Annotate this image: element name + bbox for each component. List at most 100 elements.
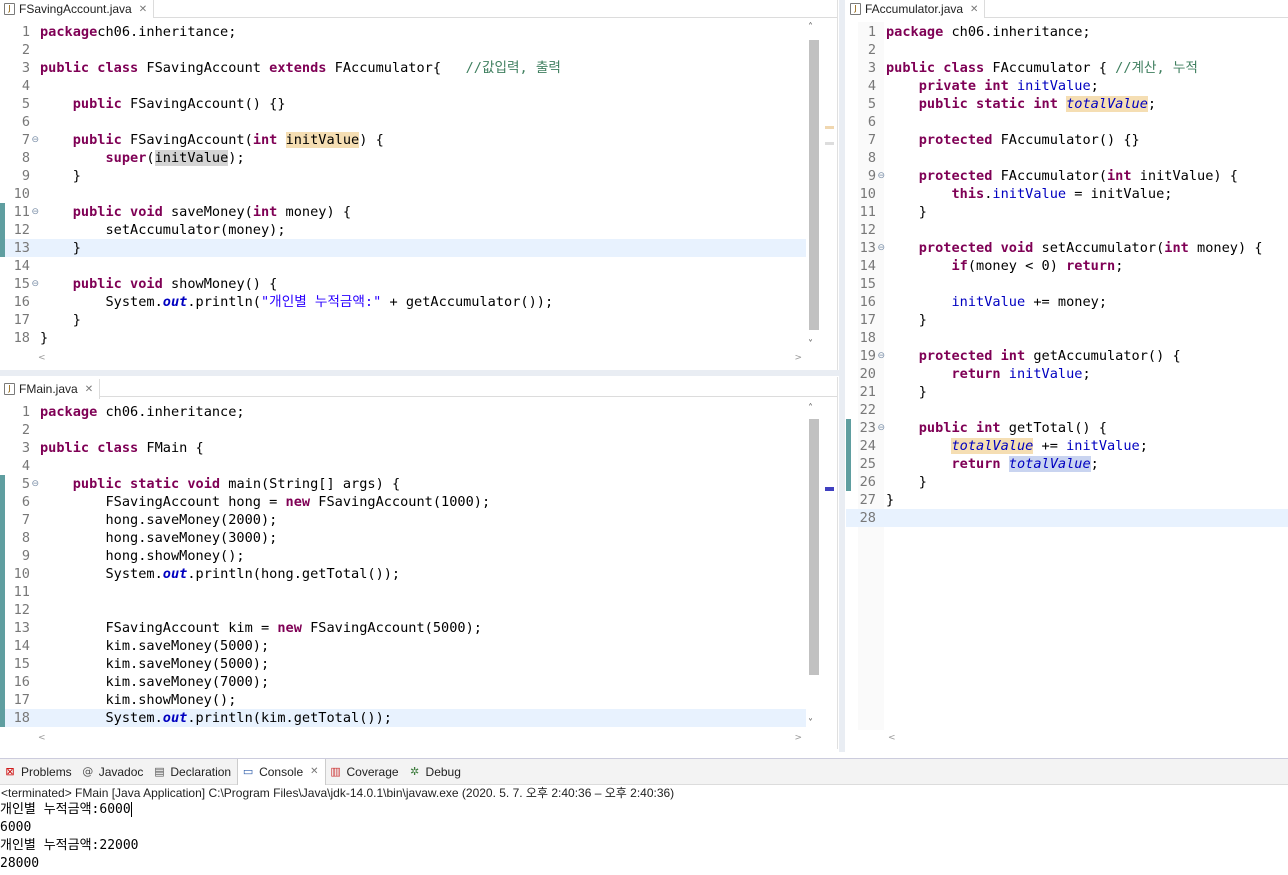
- line-gutter[interactable]: 17: [0, 311, 34, 329]
- line-gutter[interactable]: 3: [846, 59, 880, 77]
- code-line[interactable]: 4: [0, 457, 806, 475]
- line-gutter[interactable]: 1: [0, 23, 34, 41]
- close-tab-icon[interactable]: ✕: [310, 766, 318, 777]
- line-gutter[interactable]: 25: [846, 455, 880, 473]
- code-line[interactable]: 18 System.out.println(kim.getTotal());: [0, 709, 806, 727]
- line-gutter[interactable]: 8: [0, 529, 34, 547]
- scroll-left-icon[interactable]: <: [888, 733, 896, 743]
- code-line[interactable]: 18}: [0, 329, 806, 347]
- line-gutter[interactable]: 11 ⊖: [0, 203, 39, 221]
- line-gutter[interactable]: 27: [846, 491, 880, 509]
- code-line[interactable]: 2: [846, 41, 1288, 59]
- code-lines[interactable]: 1 package ch06.inheritance; 2 3 public class…: [0, 403, 806, 727]
- tab-problems[interactable]: ⊠ Problems: [0, 759, 78, 785]
- code-line[interactable]: 22: [846, 401, 1288, 419]
- code-line[interactable]: 9 hong.showMoney();: [0, 547, 806, 565]
- tab-declaration[interactable]: ▤ Declaration: [149, 759, 237, 785]
- code-line[interactable]: 18: [846, 329, 1288, 347]
- line-gutter[interactable]: 21: [846, 383, 880, 401]
- line-gutter[interactable]: 1: [0, 403, 34, 421]
- code-line[interactable]: 4: [0, 77, 806, 95]
- code-line[interactable]: 14 kim.saveMoney(5000);: [0, 637, 806, 655]
- line-gutter[interactable]: 2: [0, 421, 34, 439]
- tab-fmain[interactable]: J FMain.java ✕: [0, 379, 101, 399]
- line-gutter[interactable]: 12: [0, 221, 34, 239]
- line-gutter[interactable]: 17: [846, 311, 880, 329]
- line-gutter[interactable]: 16: [0, 673, 34, 691]
- line-gutter[interactable]: 14: [846, 257, 880, 275]
- code-line[interactable]: 14: [0, 257, 806, 275]
- line-gutter[interactable]: 7: [0, 511, 34, 529]
- code-line[interactable]: 16 System.out.println("개인별 누적금액:" + getA…: [0, 293, 806, 311]
- scroll-down-icon[interactable]: ˅: [808, 718, 813, 729]
- close-tab-icon[interactable]: ✕: [85, 384, 93, 395]
- line-gutter[interactable]: 3: [0, 59, 34, 77]
- line-gutter[interactable]: 11: [846, 203, 880, 221]
- code-line[interactable]: 17 kim.showMoney();: [0, 691, 806, 709]
- line-gutter[interactable]: 5 ⊖: [0, 475, 39, 493]
- code-line[interactable]: 3 public class FMain {: [0, 439, 806, 457]
- tab-faccumulator[interactable]: J FAccumulator.java ✕: [846, 0, 986, 18]
- line-gutter[interactable]: 13 ⊖: [846, 239, 885, 257]
- code-line[interactable]: 16 kim.saveMoney(7000);: [0, 673, 806, 691]
- line-gutter[interactable]: 24: [846, 437, 880, 455]
- line-gutter[interactable]: 28: [846, 509, 880, 527]
- code-line[interactable]: 11: [0, 583, 806, 601]
- line-gutter[interactable]: 9: [0, 167, 34, 185]
- code-line[interactable]: 5 ⊖ public static void main(String[] args…: [0, 475, 806, 493]
- code-line[interactable]: 11 ⊖ public void saveMoney(int money) {: [0, 203, 806, 221]
- code-line[interactable]: 6: [0, 113, 806, 131]
- code-line[interactable]: 24 totalValue += initValue;: [846, 437, 1288, 455]
- line-gutter[interactable]: 19 ⊖: [846, 347, 885, 365]
- code-line[interactable]: 4 private int initValue;: [846, 77, 1288, 95]
- line-gutter[interactable]: 7: [846, 131, 880, 149]
- line-gutter[interactable]: 22: [846, 401, 880, 419]
- horizontal-scrollbar[interactable]: <: [884, 731, 1288, 747]
- code-line[interactable]: 12: [0, 601, 806, 619]
- line-gutter[interactable]: 15: [846, 275, 880, 293]
- line-gutter[interactable]: 2: [0, 41, 34, 59]
- vertical-scrollbar[interactable]: ˄ ˅: [806, 22, 822, 350]
- line-gutter[interactable]: 9: [0, 547, 34, 565]
- line-gutter[interactable]: 11: [0, 583, 34, 601]
- scroll-up-icon[interactable]: ˄: [808, 22, 813, 33]
- code-line[interactable]: 13 }: [0, 239, 806, 257]
- code-line[interactable]: 3 public class FSavingAccount extends FAc…: [0, 59, 806, 77]
- line-gutter[interactable]: 1: [846, 23, 880, 41]
- line-gutter[interactable]: 16: [846, 293, 880, 311]
- line-gutter[interactable]: 16: [0, 293, 34, 311]
- code-line[interactable]: 28: [846, 509, 1288, 527]
- line-gutter[interactable]: 6: [0, 113, 34, 131]
- scroll-left-icon[interactable]: <: [38, 353, 46, 363]
- line-gutter[interactable]: 5: [846, 95, 880, 113]
- line-gutter[interactable]: 14: [0, 637, 34, 655]
- fold-toggle-icon[interactable]: ⊖: [31, 275, 39, 293]
- fold-toggle-icon[interactable]: ⊖: [877, 167, 885, 185]
- vertical-scrollbar[interactable]: ˄ ˅: [806, 403, 822, 729]
- code-line[interactable]: 8: [846, 149, 1288, 167]
- code-line[interactable]: 1 packagech06.inheritance;: [0, 23, 806, 41]
- close-tab-icon[interactable]: ✕: [139, 4, 147, 15]
- code-line[interactable]: 3 public class FAccumulator { //계산, 누적: [846, 59, 1288, 77]
- line-gutter[interactable]: 23 ⊖: [846, 419, 885, 437]
- line-gutter[interactable]: 3: [0, 439, 34, 457]
- line-gutter[interactable]: 6: [846, 113, 880, 131]
- editor-fmain[interactable]: J FMain.java ✕ 1 package ch06.inheritance…: [0, 377, 838, 749]
- code-line[interactable]: 19 ⊖ protected int getAccumulator() {: [846, 347, 1288, 365]
- tab-javadoc[interactable]: @ Javadoc: [78, 759, 150, 785]
- fold-toggle-icon[interactable]: ⊖: [877, 347, 885, 365]
- line-gutter[interactable]: 12: [846, 221, 880, 239]
- line-gutter[interactable]: 10: [0, 565, 34, 583]
- code-line[interactable]: 12: [846, 221, 1288, 239]
- tab-coverage[interactable]: ▥ Coverage: [326, 759, 405, 785]
- code-line[interactable]: 7 ⊖ public FSavingAccount(int initValue) …: [0, 131, 806, 149]
- code-line[interactable]: 2: [0, 41, 806, 59]
- line-gutter[interactable]: 10: [846, 185, 880, 203]
- code-line[interactable]: 7 hong.saveMoney(2000);: [0, 511, 806, 529]
- scroll-right-icon[interactable]: >: [794, 733, 802, 743]
- code-line[interactable]: 6: [846, 113, 1288, 131]
- code-line[interactable]: 26 }: [846, 473, 1288, 491]
- code-line[interactable]: 25 return totalValue;: [846, 455, 1288, 473]
- line-gutter[interactable]: 4: [846, 77, 880, 95]
- code-line[interactable]: 13 FSavingAccount kim = new FSavingAccou…: [0, 619, 806, 637]
